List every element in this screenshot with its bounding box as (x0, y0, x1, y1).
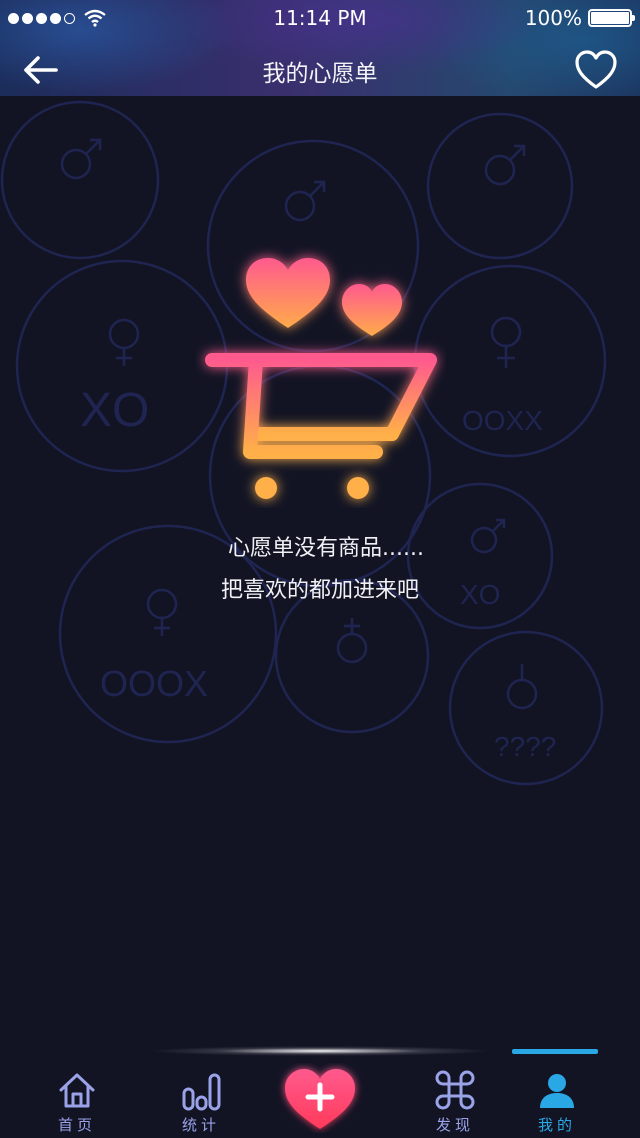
empty-hint: 把喜欢的都加进来吧 (220, 578, 419, 603)
bar-chart-icon (182, 1073, 221, 1111)
empty-message: 心愿单没有商品...... (228, 536, 424, 561)
tab-discover[interactable]: 发现 (410, 1068, 500, 1136)
tab-stats[interactable]: 统计 (156, 1068, 246, 1136)
favorite-button[interactable] (572, 48, 620, 92)
heart-plus-icon (285, 1069, 355, 1129)
page-title: 我的心愿单 (262, 61, 378, 87)
tab-mine-label: 我的 (537, 1116, 576, 1134)
tab-home-label: 首页 (57, 1116, 96, 1134)
bg-badge-ooox: OOOX (100, 663, 208, 704)
tab-mine[interactable]: 我的 (512, 1068, 602, 1136)
wifi-icon (84, 9, 106, 27)
bg-badge-question: ???? (494, 731, 556, 762)
status-bar: 11:14 PM 100% (0, 0, 640, 36)
command-icon (435, 1070, 475, 1110)
heart-outline-icon (575, 50, 617, 89)
navigation-bar: 我的心愿单 (0, 40, 640, 96)
tab-home[interactable]: 首页 (32, 1068, 122, 1136)
signal-icon (8, 12, 75, 24)
battery-percent: 100% (524, 6, 582, 30)
active-tab-indicator (512, 1049, 598, 1054)
add-wish-button[interactable] (276, 1058, 364, 1138)
battery-icon (588, 9, 635, 27)
bg-badge-xo: XO (80, 384, 149, 437)
home-icon (59, 1073, 95, 1108)
tab-bar: 首页 统计 发现 我的 (0, 1044, 640, 1136)
cart-with-hearts-icon (205, 258, 437, 499)
tab-discover-label: 发现 (435, 1116, 474, 1134)
tab-stats-label: 统计 (181, 1116, 220, 1134)
user-icon (540, 1074, 574, 1108)
tab-bar-glow (150, 1044, 490, 1058)
bg-badge-ooxx: OOXX (462, 405, 543, 436)
